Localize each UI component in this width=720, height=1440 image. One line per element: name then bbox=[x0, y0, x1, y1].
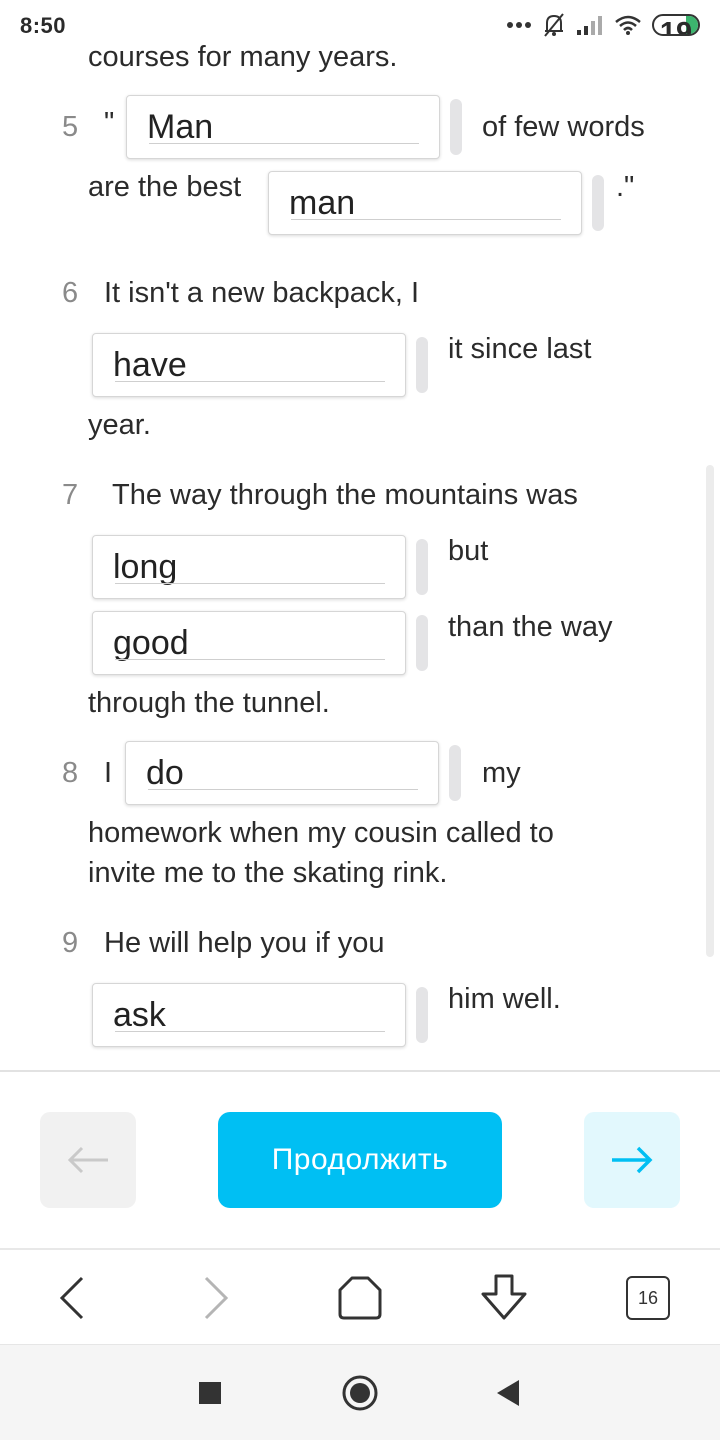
home-icon bbox=[338, 1276, 382, 1320]
arrow-left-icon bbox=[67, 1146, 108, 1174]
answer-field[interactable]: long bbox=[92, 535, 406, 599]
browser-toolbar: 16 bbox=[0, 1248, 720, 1344]
text-fragment: year. bbox=[88, 409, 151, 441]
back-nav-button[interactable] bbox=[488, 1373, 528, 1413]
scrollbar[interactable] bbox=[706, 465, 714, 957]
gap-handle[interactable] bbox=[449, 745, 461, 801]
text-fragment: ." bbox=[616, 171, 635, 203]
text-fragment: than the way bbox=[448, 611, 613, 643]
text-fragment: him well. bbox=[448, 983, 561, 1015]
download-icon bbox=[481, 1274, 527, 1320]
answer-field[interactable]: have bbox=[92, 333, 406, 397]
chevron-right-icon bbox=[204, 1276, 229, 1320]
battery-level: 19 bbox=[659, 17, 693, 36]
text-fragment: " bbox=[104, 107, 115, 139]
answer-value: ask bbox=[113, 996, 166, 1034]
chevron-left-icon bbox=[59, 1276, 84, 1320]
divider bbox=[0, 1070, 720, 1072]
continue-label: Продолжить bbox=[271, 1143, 449, 1176]
arrow-right-icon bbox=[612, 1146, 653, 1174]
gap-handle[interactable] bbox=[416, 615, 428, 671]
answer-value: good bbox=[113, 624, 189, 662]
text-fragment: I bbox=[104, 757, 113, 789]
system-navigation bbox=[0, 1344, 720, 1440]
text-fragment: of few words bbox=[482, 111, 645, 143]
text-fragment: it since last bbox=[448, 333, 592, 365]
question-number: 5 bbox=[62, 111, 79, 143]
answer-field[interactable]: do bbox=[125, 741, 439, 805]
gap-handle[interactable] bbox=[450, 99, 462, 155]
answer-field[interactable]: ask bbox=[92, 983, 406, 1047]
answer-value: do bbox=[146, 754, 184, 792]
answer-field[interactable]: man bbox=[268, 171, 582, 235]
circle-icon bbox=[342, 1375, 378, 1411]
gap-handle[interactable] bbox=[416, 539, 428, 595]
browser-forward-button[interactable] bbox=[188, 1272, 244, 1324]
question-number: 8 bbox=[62, 757, 79, 789]
home-nav-button[interactable] bbox=[340, 1373, 380, 1413]
download-button[interactable] bbox=[476, 1272, 532, 1324]
text-fragment: It isn't a new backpack, I bbox=[104, 277, 420, 309]
answer-field[interactable]: Man bbox=[126, 95, 440, 159]
gap-handle[interactable] bbox=[416, 987, 428, 1043]
question-number: 9 bbox=[62, 927, 79, 959]
text-fragment: homework when my cousin called to bbox=[88, 817, 554, 849]
text-fragment: invite me to the skating rink. bbox=[88, 857, 448, 889]
previous-button[interactable] bbox=[40, 1112, 136, 1208]
answer-value: Man bbox=[147, 108, 214, 146]
answer-value: long bbox=[113, 548, 178, 586]
recents-button[interactable] bbox=[190, 1373, 230, 1413]
answer-value: man bbox=[289, 184, 356, 222]
text-fragment: He will help you if you bbox=[104, 927, 385, 959]
tabs-count: 16 bbox=[626, 1276, 670, 1320]
answer-value: have bbox=[113, 346, 187, 384]
question-number: 6 bbox=[62, 277, 79, 309]
text-fragment: courses for many years. bbox=[88, 41, 398, 73]
next-button[interactable] bbox=[584, 1112, 680, 1208]
text-fragment: The way through the mountains was bbox=[112, 479, 578, 511]
answer-field[interactable]: good bbox=[92, 611, 406, 675]
gap-handle[interactable] bbox=[416, 337, 428, 393]
browser-back-button[interactable] bbox=[44, 1272, 100, 1324]
question-number: 7 bbox=[62, 479, 79, 511]
square-icon bbox=[199, 1382, 221, 1404]
gap-handle[interactable] bbox=[592, 175, 604, 231]
browser-home-button[interactable] bbox=[332, 1272, 388, 1324]
text-fragment: are the best bbox=[88, 171, 242, 203]
exercise-content: courses for many years. 5 " Man of few w… bbox=[0, 0, 720, 1070]
continue-button[interactable]: Продолжить bbox=[218, 1112, 502, 1208]
text-fragment: my bbox=[482, 757, 521, 789]
tabs-button[interactable]: 16 bbox=[620, 1272, 676, 1324]
triangle-back-icon bbox=[497, 1380, 519, 1406]
text-fragment: but bbox=[448, 535, 489, 567]
text-fragment: through the tunnel. bbox=[88, 687, 330, 719]
